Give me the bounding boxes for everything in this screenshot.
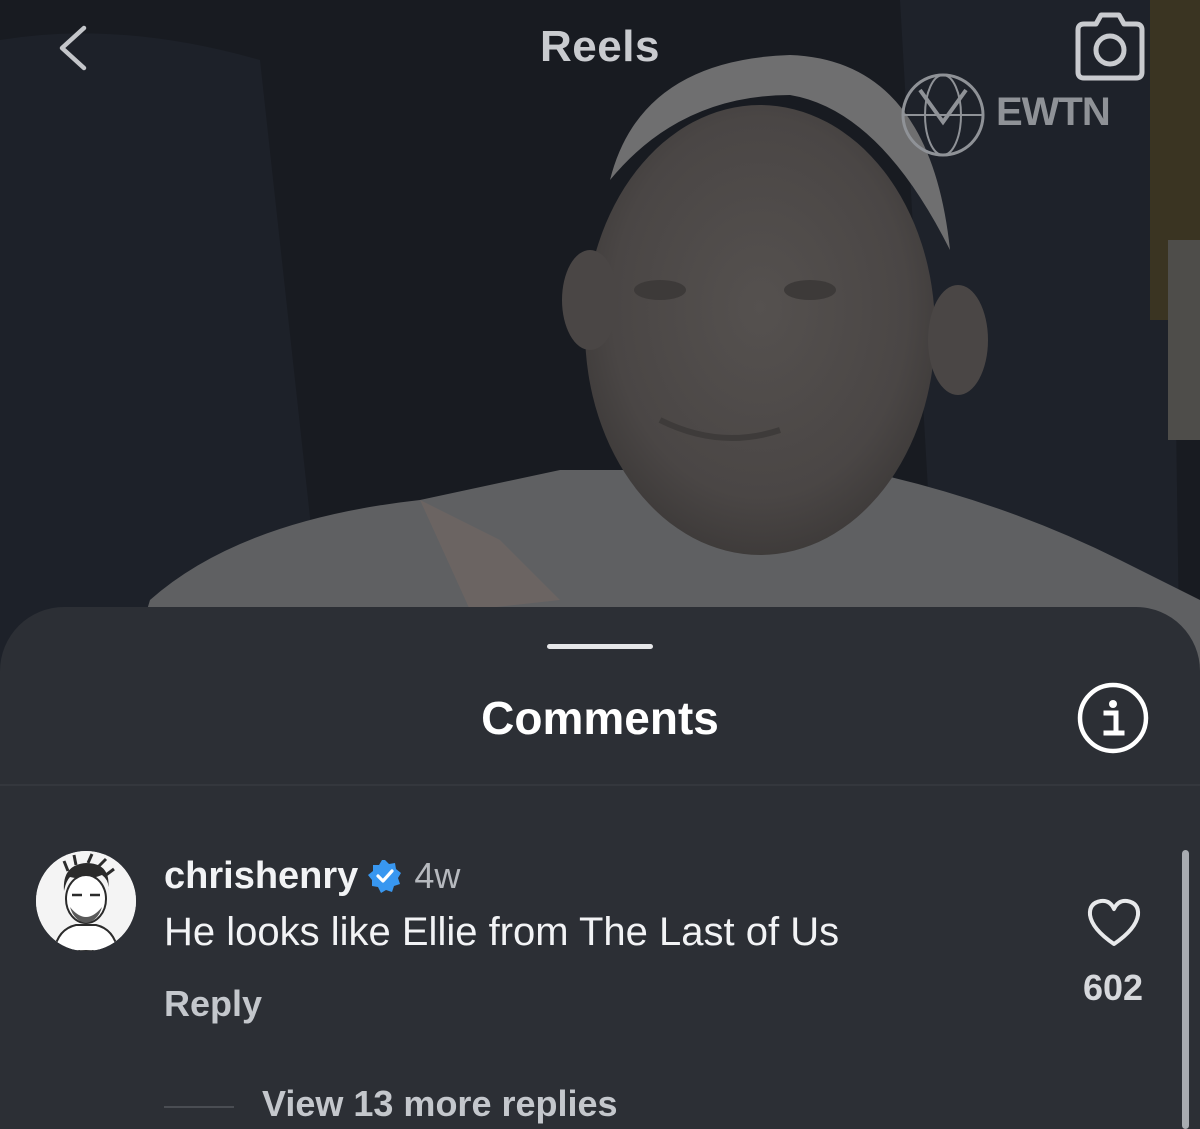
comments-sheet: Comments chrishenry 4w He looks like Ell… (0, 607, 1200, 1129)
verified-check-icon (368, 860, 402, 893)
reels-screen: EWTN Reels Comments chrishenry 4w He loo… (0, 0, 1200, 1129)
sheet-divider (0, 784, 1200, 786)
camera-button[interactable] (1070, 10, 1150, 82)
page-title: Reels (540, 22, 660, 71)
comment-item: chrishenry 4w He looks like Ellie from T… (0, 837, 1200, 1129)
info-icon (1077, 682, 1149, 754)
top-bar: Reels (0, 0, 1200, 100)
comments-title: Comments (481, 692, 719, 744)
replies-connector-line (164, 1106, 234, 1108)
comment-username[interactable]: chrishenry (164, 855, 358, 898)
comment-text: He looks like Ellie from The Last of Us (164, 910, 840, 954)
user-avatar-illustration (36, 851, 136, 951)
comments-scrollbar[interactable] (1182, 850, 1189, 1129)
comment-meta: chrishenry 4w (164, 851, 460, 901)
reply-button[interactable]: Reply (164, 983, 262, 1025)
sheet-drag-handle[interactable] (547, 644, 653, 649)
info-button[interactable] (1076, 681, 1150, 755)
verified-badge-icon (368, 859, 402, 893)
comment-timestamp: 4w (414, 855, 461, 896)
view-replies-button[interactable]: View 13 more replies (262, 1083, 618, 1125)
avatar[interactable] (36, 851, 136, 951)
heart-icon (1087, 898, 1141, 946)
like-button[interactable] (1086, 897, 1142, 949)
camera-icon (1075, 12, 1145, 81)
like-count: 602 (1082, 967, 1144, 1008)
